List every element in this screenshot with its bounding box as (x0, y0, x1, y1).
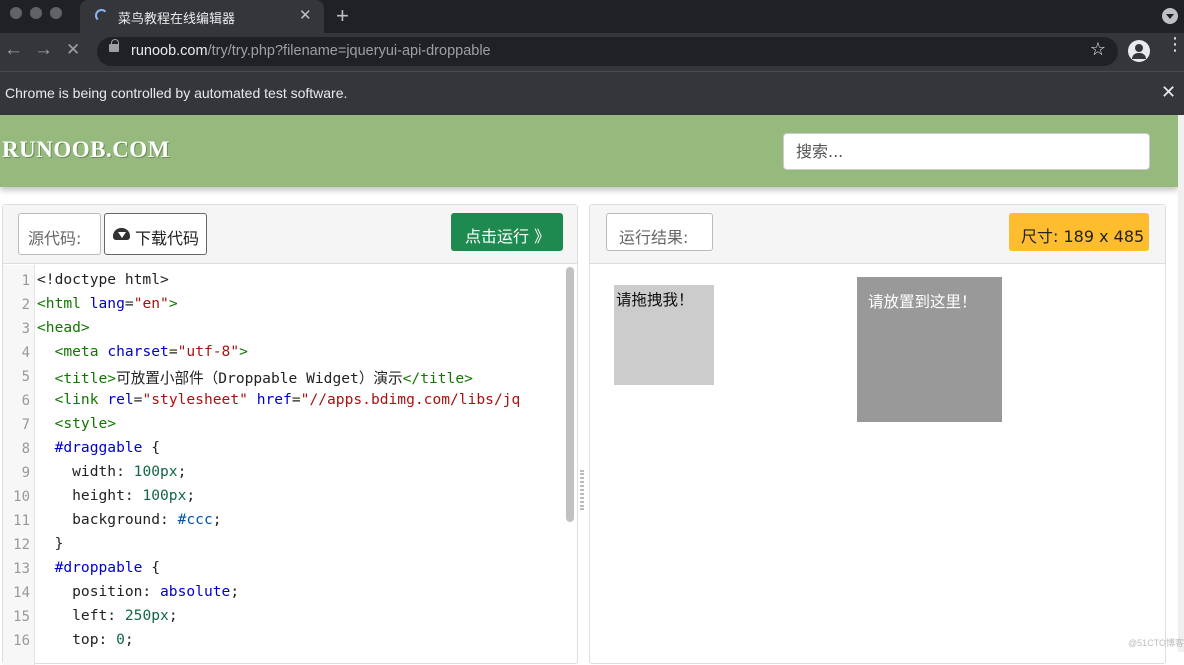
draggable-box[interactable]: 请拖拽我！ (614, 285, 714, 385)
code-line: top: 0; (37, 631, 134, 648)
run-button[interactable]: 点击运行 》 (451, 213, 563, 251)
code-editor[interactable]: 1 2 3 4 5 6 7 8 9 10 11 12 13 14 15 16 <!doctype html> … (3, 265, 577, 665)
infobar-close-icon[interactable]: ✕ (1161, 82, 1176, 103)
source-panel: 源代码: 下载代码 点击运行 》 1 2 3 4 5 6 7 8 9 10 11 12 13 14 15 16… (2, 204, 578, 665)
code-line: position: absolute; (37, 583, 240, 600)
code-line: <head> (37, 319, 90, 336)
result-label: 运行结果: (606, 213, 713, 251)
site-logo[interactable]: RUNOOB.COM (2, 137, 170, 163)
code-line: height: 100px; (37, 487, 196, 504)
code-line: background: #ccc; (37, 511, 222, 528)
browser-menu-icon[interactable]: ⋮ (1166, 35, 1184, 53)
code-line: #draggable { (54, 439, 161, 456)
profile-avatar-icon[interactable] (1128, 40, 1150, 62)
site-header: RUNOOB.COM (0, 115, 1178, 187)
size-badge: 尺寸: 189 x 485 (1009, 213, 1149, 251)
forward-button[interactable]: → (34, 39, 53, 61)
code-line: <meta charset="utf-8"> (54, 343, 248, 360)
line-number: 9 (21, 465, 30, 481)
result-panel-header: 运行结果: 尺寸: 189 x 485 (590, 205, 1165, 264)
tab-close-icon[interactable]: ✕ (299, 6, 312, 24)
download-code-button[interactable]: 下载代码 (104, 213, 207, 255)
editor-scrollbar[interactable] (566, 267, 574, 522)
droppable-box[interactable]: 请放置到这里！ (857, 277, 1002, 422)
code-line: #droppable { (54, 559, 161, 576)
line-number: 4 (21, 345, 30, 361)
line-number: 13 (13, 561, 30, 577)
line-number: 15 (13, 609, 30, 625)
download-code-label: 下载代码 (135, 229, 200, 248)
line-number: 1 (21, 273, 30, 289)
code-line: <style> (54, 415, 117, 432)
tab-search-icon[interactable] (1162, 8, 1178, 24)
page-gutter (1178, 115, 1184, 652)
line-number: 10 (13, 489, 30, 505)
cloud-download-icon (113, 228, 130, 240)
line-number: 5 (21, 369, 30, 385)
search-input[interactable] (783, 133, 1150, 170)
bookmark-star-icon[interactable]: ☆ (1090, 39, 1106, 60)
line-number: 6 (21, 393, 30, 409)
code-line: <link rel="stylesheet" href="//apps.bdim… (54, 391, 521, 408)
code-line: <title>可放置小部件（Droppable Widget）演示</title… (54, 370, 473, 387)
close-window-button[interactable] (10, 7, 22, 19)
url-text: runoob.com/try/try.php?filename=jqueryui… (131, 43, 491, 59)
code-line: <html lang="en"> (37, 295, 178, 312)
source-panel-header: 源代码: 下载代码 点击运行 》 (3, 205, 577, 264)
loading-spinner-icon (95, 9, 108, 22)
browser-toolbar: ← → ✕ runoob.com/try/try.php?filename=jq… (0, 33, 1184, 71)
code-line: left: 250px; (37, 607, 178, 624)
panel-resize-handle[interactable] (580, 470, 584, 510)
line-number: 2 (21, 297, 30, 313)
address-bar[interactable]: runoob.com/try/try.php?filename=jqueryui… (97, 37, 1118, 66)
result-panel: 运行结果: 尺寸: 189 x 485 请拖拽我！ 请放置到这里！ (589, 204, 1166, 664)
back-button[interactable]: ← (4, 39, 23, 61)
source-code-label: 源代码: (18, 213, 101, 255)
code-line: width: 100px; (37, 463, 187, 480)
infobar-message: Chrome is being controlled by automated … (5, 85, 348, 101)
watermark: @51CTO博客 (1128, 638, 1184, 648)
line-number: 3 (21, 321, 30, 337)
zoom-window-button[interactable] (50, 7, 62, 19)
automation-infobar: Chrome is being controlled by automated … (0, 71, 1184, 115)
line-number: 14 (13, 585, 30, 601)
minimize-window-button[interactable] (30, 7, 42, 19)
line-number: 12 (13, 537, 30, 553)
code-line: <!doctype html> (37, 271, 169, 288)
tab-title: 菜鸟教程在线编辑器 (118, 12, 236, 27)
line-number: 8 (21, 441, 30, 457)
stop-loading-button[interactable]: ✕ (66, 40, 80, 60)
line-number: 16 (13, 633, 30, 649)
code-line: } (37, 535, 64, 552)
lock-icon (109, 39, 119, 52)
line-number: 11 (13, 513, 30, 529)
line-number: 7 (21, 417, 30, 433)
tab-strip: 菜鸟教程在线编辑器 ✕ + (0, 0, 1184, 33)
new-tab-button[interactable]: + (336, 3, 349, 29)
browser-tab[interactable]: 菜鸟教程在线编辑器 ✕ (80, 0, 324, 33)
